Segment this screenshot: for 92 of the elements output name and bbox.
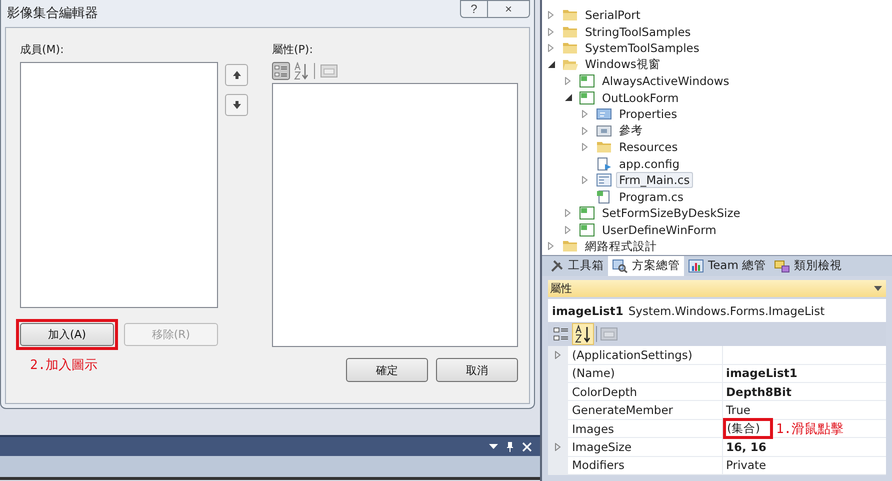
csharp-file-icon	[596, 190, 612, 204]
folder-icon	[562, 24, 578, 39]
expand-icon[interactable]	[582, 143, 588, 152]
pin-icon[interactable]	[506, 441, 514, 452]
tree-item[interactable]: Frm_Main.cs	[616, 172, 693, 188]
property-value[interactable]: Private	[726, 458, 766, 472]
categorized-icon[interactable]	[272, 62, 290, 80]
csharp-project-icon	[579, 74, 595, 88]
csharp-project-icon	[579, 90, 595, 105]
expand-icon[interactable]	[548, 11, 554, 20]
property-name: GenerateMember	[568, 401, 723, 419]
expand-icon[interactable]	[548, 44, 554, 52]
annotation-text: 1.滑鼠點擊	[776, 420, 844, 438]
property-name: (Name)	[568, 364, 723, 382]
object-name: imageList1	[552, 304, 624, 318]
close-icon[interactable]	[522, 442, 532, 452]
panel-tab[interactable]: 類別檢視	[770, 256, 846, 276]
tree-item[interactable]: Program.cs	[616, 188, 686, 205]
tree-item[interactable]: OutLookForm	[599, 90, 682, 106]
property-pages-icon[interactable]	[320, 63, 338, 79]
property-value[interactable]: 16, 16	[726, 440, 766, 454]
expand-icon[interactable]	[582, 176, 588, 184]
collapse-icon[interactable]	[565, 94, 572, 102]
form-file-icon	[596, 173, 612, 188]
properties-icon	[596, 107, 612, 122]
tree-item[interactable]: SerialPort	[582, 7, 644, 24]
tree-item[interactable]: 參考	[616, 122, 646, 140]
panel-tab[interactable]: Team 總管	[684, 256, 770, 276]
expand-icon[interactable]	[555, 442, 561, 451]
window-title: 影像集合編輯器	[7, 5, 98, 22]
cancel-button[interactable]: 取消	[436, 358, 518, 382]
tree-item[interactable]: Properties	[616, 106, 680, 122]
property-name: Images	[568, 420, 723, 438]
property-name: (ApplicationSettings)	[568, 346, 723, 364]
panel-tab[interactable]: 工具箱	[546, 256, 608, 276]
expand-icon[interactable]	[565, 77, 571, 86]
tree-item[interactable]: StringToolSamples	[582, 24, 694, 40]
tree-item[interactable]: Windows視窗	[582, 56, 664, 74]
expand-icon[interactable]	[582, 110, 588, 118]
collapse-icon[interactable]	[548, 61, 555, 68]
property-pages-icon[interactable]	[600, 326, 618, 342]
expand-icon[interactable]	[548, 242, 554, 250]
dropdown-icon[interactable]	[489, 444, 498, 450]
up-arrow-icon	[232, 70, 242, 80]
folder-icon	[562, 41, 578, 56]
object-type: System.Windows.Forms.ImageList	[628, 304, 825, 318]
tree-item[interactable]: app.config	[616, 156, 682, 172]
properties-label: 屬性(P):	[272, 42, 314, 58]
folder-icon	[562, 8, 578, 22]
class-view-icon	[774, 258, 790, 273]
config-file-icon	[596, 156, 612, 171]
panel-title: 屬性	[550, 281, 572, 296]
help-button[interactable]: ?	[460, 0, 488, 18]
annotation-text: 2.加入圖示	[30, 357, 99, 374]
close-button[interactable]: ×	[488, 0, 530, 18]
tools-icon	[550, 258, 564, 273]
move-down-button[interactable]	[225, 94, 248, 116]
tree-item[interactable]: Resources	[616, 139, 681, 156]
property-value[interactable]: True	[726, 403, 750, 418]
property-value[interactable]: imageList1	[726, 366, 798, 380]
expand-icon[interactable]	[555, 350, 561, 359]
property-value[interactable]: (集合)	[726, 421, 770, 436]
dropdown-icon[interactable]	[874, 286, 882, 292]
open-folder-icon	[562, 58, 578, 72]
move-up-button[interactable]	[225, 64, 248, 86]
down-arrow-icon	[232, 100, 242, 110]
panel-tab[interactable]: 方案總管	[608, 256, 684, 276]
chart-icon	[688, 258, 704, 273]
csharp-project-icon	[579, 206, 595, 220]
expand-icon[interactable]	[548, 28, 554, 36]
categorized-icon[interactable]	[552, 325, 570, 344]
folder-icon	[562, 239, 578, 254]
tree-item[interactable]: 網路程式設計	[582, 238, 660, 255]
property-name: ImageSize	[568, 438, 723, 456]
expand-icon[interactable]	[582, 126, 588, 135]
expand-icon[interactable]	[565, 209, 571, 218]
tree-item[interactable]: UserDefineWinForm	[599, 222, 720, 238]
references-icon	[596, 124, 612, 138]
csharp-project-icon	[579, 222, 595, 237]
property-name: Modifiers	[568, 456, 723, 474]
property-name: ColorDepth	[568, 383, 723, 400]
add-button[interactable]: 加入(A)	[20, 323, 114, 346]
sort-az-icon[interactable]	[573, 324, 593, 344]
ok-button[interactable]: 確定	[346, 358, 428, 382]
members-label: 成員(M):	[20, 42, 65, 58]
tree-item[interactable]: SetFormSizeByDeskSize	[599, 205, 744, 222]
property-value[interactable]: Depth8Bit	[726, 384, 792, 399]
expand-icon[interactable]	[565, 226, 571, 234]
tree-item[interactable]: AlwaysActiveWindows	[599, 73, 732, 90]
folder-icon	[596, 140, 612, 154]
magnifier-icon	[612, 258, 628, 273]
tree-item[interactable]: SystemToolSamples	[582, 40, 702, 56]
